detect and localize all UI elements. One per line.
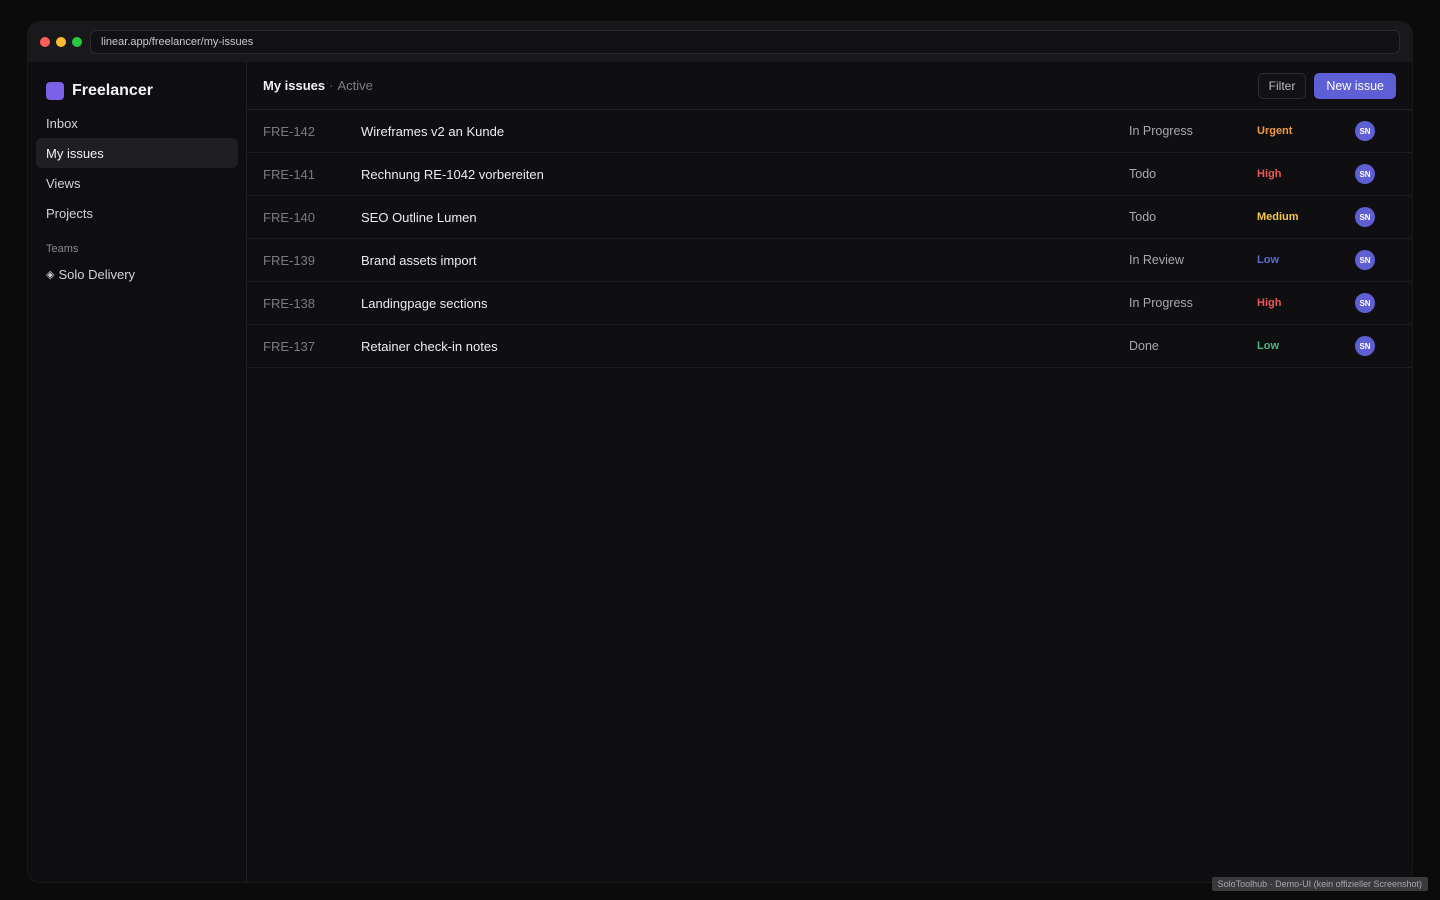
- table-row[interactable]: FRE-142 Wireframes v2 an Kunde In Progre…: [247, 110, 1412, 153]
- issue-priority: High: [1257, 297, 1282, 309]
- browser-window: linear.app/freelancer/my-issues Freelanc…: [28, 22, 1412, 882]
- issue-priority: Medium: [1257, 211, 1299, 223]
- address-bar[interactable]: linear.app/freelancer/my-issues: [90, 30, 1400, 54]
- issue-status: In Review: [1129, 253, 1184, 267]
- active-filter-label: Active: [337, 78, 373, 93]
- demo-watermark: SoloToolhub · Demo-UI (kein offizieller …: [1211, 877, 1428, 891]
- close-window-icon[interactable]: [40, 37, 50, 47]
- issue-status: Done: [1129, 339, 1159, 353]
- issue-priority: Low: [1257, 254, 1279, 266]
- minimize-window-icon[interactable]: [56, 37, 66, 47]
- issue-id: FRE-139: [263, 252, 316, 268]
- issue-status: In Progress: [1129, 124, 1193, 138]
- table-row[interactable]: FRE-138 Landingpage sections In Progress…: [247, 282, 1412, 325]
- issue-id: FRE-137: [263, 338, 316, 354]
- avatar[interactable]: SN: [1355, 336, 1375, 356]
- issue-title: Brand assets import: [361, 252, 477, 268]
- avatar[interactable]: SN: [1355, 250, 1375, 270]
- issue-title: Landingpage sections: [361, 295, 488, 311]
- title-separator: ·: [329, 78, 334, 93]
- table-row[interactable]: FRE-137 Retainer check-in notes Done Low…: [247, 325, 1412, 368]
- header-actions: Filter New issue: [1257, 72, 1396, 99]
- issue-priority: Low: [1257, 340, 1279, 352]
- issue-status: In Progress: [1129, 296, 1193, 310]
- issue-status: Todo: [1129, 167, 1157, 181]
- issue-title: Retainer check-in notes: [361, 338, 498, 354]
- filter-button[interactable]: Filter: [1257, 72, 1307, 99]
- sidebar-item-label: Solo Delivery: [58, 266, 136, 282]
- address-bar-url: linear.app/freelancer/my-issues: [101, 36, 254, 48]
- issue-title: Wireframes v2 an Kunde: [361, 123, 505, 139]
- workspace-name: Freelancer: [72, 82, 153, 99]
- table-row[interactable]: FRE-141 Rechnung RE-1042 vorbereiten Tod…: [247, 153, 1412, 196]
- avatar[interactable]: SN: [1355, 293, 1375, 313]
- issue-title: SEO Outline Lumen: [361, 209, 477, 225]
- avatar[interactable]: SN: [1355, 164, 1375, 184]
- main-content: My issues · Active Filter New issue FRE-…: [247, 62, 1412, 882]
- sidebar-item-label: Views: [46, 175, 81, 191]
- browser-titlebar: linear.app/freelancer/my-issues: [28, 22, 1412, 62]
- issue-id: FRE-141: [263, 166, 316, 182]
- sidebar-item-views[interactable]: Views: [36, 168, 238, 198]
- maximize-window-icon[interactable]: [72, 37, 82, 47]
- new-issue-button[interactable]: New issue: [1314, 72, 1396, 99]
- sidebar-item-label: Inbox: [46, 115, 78, 131]
- table-row[interactable]: FRE-139 Brand assets import In Review Lo…: [247, 239, 1412, 282]
- avatar[interactable]: SN: [1355, 121, 1375, 141]
- workspace-switcher[interactable]: Freelancer: [36, 82, 238, 100]
- sidebar-item-label: Projects: [46, 205, 93, 221]
- page-title: My issues: [263, 78, 326, 93]
- table-row[interactable]: FRE-140 SEO Outline Lumen Todo Medium SN: [247, 196, 1412, 239]
- sidebar: Freelancer Inbox My issues Views Project…: [28, 62, 247, 882]
- team-diamond-icon: ◈: [46, 268, 55, 281]
- issue-id: FRE-140: [263, 209, 316, 225]
- sidebar-item-my-issues[interactable]: My issues: [36, 138, 238, 168]
- issue-list: FRE-142 Wireframes v2 an Kunde In Progre…: [247, 110, 1412, 368]
- issue-title: Rechnung RE-1042 vorbereiten: [361, 166, 544, 182]
- issue-id: FRE-142: [263, 123, 316, 139]
- sidebar-item-solo-delivery[interactable]: ◈ Solo Delivery: [36, 259, 238, 289]
- teams-section-label: Teams: [46, 243, 79, 255]
- avatar[interactable]: SN: [1355, 207, 1375, 227]
- issue-priority: High: [1257, 168, 1282, 180]
- issue-status: Todo: [1129, 210, 1157, 224]
- sidebar-item-inbox[interactable]: Inbox: [36, 108, 238, 138]
- issue-priority: Urgent: [1257, 125, 1293, 137]
- workspace-logo-icon: [46, 82, 64, 100]
- issue-id: FRE-138: [263, 295, 316, 311]
- sidebar-item-label: My issues: [46, 145, 104, 161]
- app-shell: Freelancer Inbox My issues Views Project…: [28, 62, 1412, 882]
- page-header: My issues · Active Filter New issue: [247, 62, 1412, 110]
- sidebar-item-projects[interactable]: Projects: [36, 198, 238, 228]
- window-controls: [40, 37, 82, 47]
